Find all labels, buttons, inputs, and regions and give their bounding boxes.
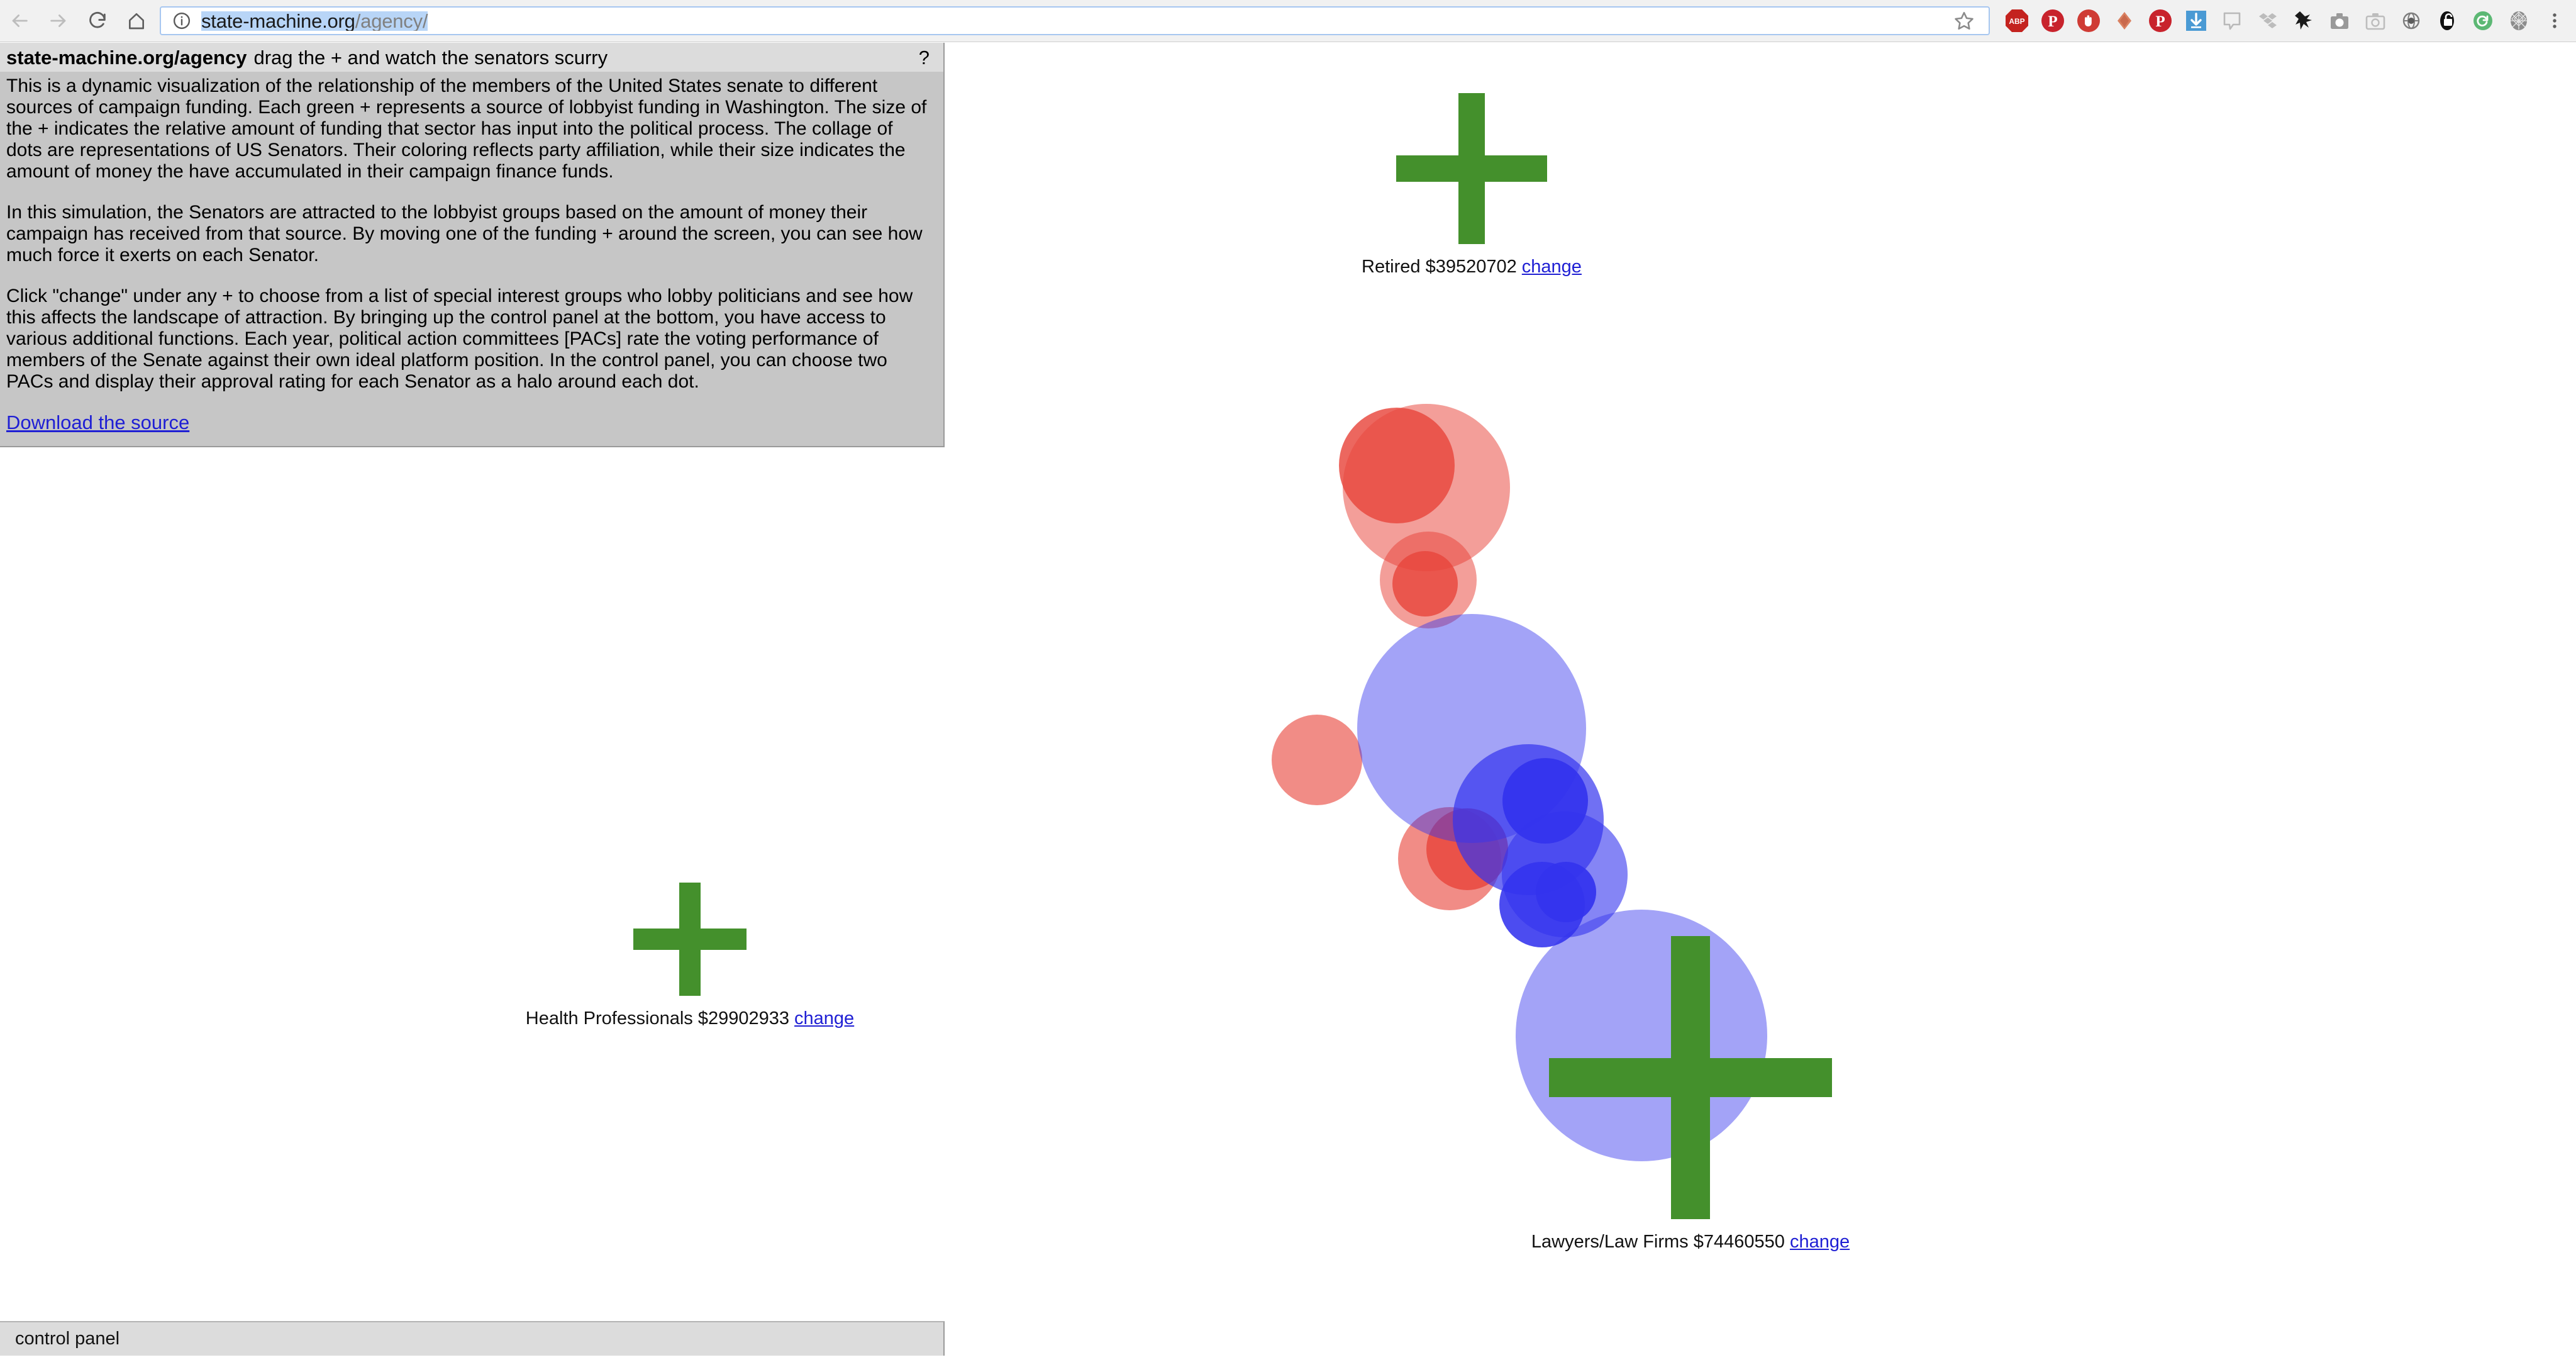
senator-dot[interactable] — [1536, 862, 1596, 922]
home-button[interactable] — [117, 1, 156, 40]
senator-dot[interactable] — [1339, 408, 1455, 523]
funding-plus-marker[interactable] — [1549, 936, 1832, 1219]
camera-icon[interactable] — [2321, 0, 2357, 42]
info-paragraph-2: In this simulation, the Senators are att… — [6, 202, 923, 265]
svg-text:P: P — [2155, 13, 2165, 30]
plus-vertical-bar — [679, 883, 701, 996]
url-text[interactable]: state-machine.org/agency/ — [201, 11, 1947, 31]
adblock-plus-icon[interactable]: ABP — [1999, 0, 2035, 42]
funding-plus-marker[interactable] — [1396, 93, 1547, 244]
funding-source-label: Health Professionals $29902933 change — [313, 1010, 1067, 1028]
download-arrow-icon[interactable] — [2178, 0, 2214, 42]
senator-dot[interactable] — [1272, 715, 1362, 805]
speech-bubble-icon[interactable] — [2214, 0, 2250, 42]
home-icon — [126, 11, 147, 31]
change-funding-source-link[interactable]: change — [1790, 1232, 1850, 1252]
info-circle-icon[interactable] — [172, 11, 191, 30]
download-source-link[interactable]: Download the source — [6, 413, 189, 432]
diamond-icon[interactable] — [2106, 0, 2142, 42]
cursor-pointer-icon[interactable] — [2285, 0, 2321, 42]
url-path: /agency/ — [355, 11, 428, 31]
change-funding-source-link[interactable]: change — [794, 1008, 854, 1029]
back-button[interactable] — [0, 1, 39, 40]
browser-toolbar: state-machine.org/agency/ ABP P P — [0, 0, 2576, 42]
screenshot-camera-icon[interactable] — [2357, 0, 2393, 42]
info-panel-body: This is a dynamic visualization of the r… — [0, 72, 943, 446]
address-bar[interactable]: state-machine.org/agency/ — [160, 6, 1990, 35]
spiderweb-icon[interactable] — [2501, 0, 2536, 42]
senator-dot[interactable] — [1392, 551, 1458, 616]
chrome-menu-icon[interactable] — [2536, 0, 2572, 42]
svg-text:ABP: ABP — [2009, 17, 2024, 26]
lock-open-icon[interactable] — [2429, 0, 2465, 42]
funding-plus-marker[interactable] — [633, 883, 747, 996]
reload-button[interactable] — [78, 1, 117, 40]
funding-source-name-amount: Retired $39520702 — [1362, 257, 1522, 277]
help-icon[interactable]: ? — [919, 48, 930, 67]
info-panel: state-machine.org/agency drag the + and … — [0, 43, 945, 447]
star-outline-icon[interactable] — [1953, 10, 1975, 31]
ghostery-hand-icon[interactable] — [2070, 0, 2106, 42]
funding-source-label: Lawyers/Law Firms $74460550 change — [1313, 1233, 2068, 1251]
arrow-right-icon — [48, 10, 69, 31]
dropbox-icon[interactable] — [2250, 0, 2285, 42]
change-funding-source-link[interactable]: change — [1522, 257, 1582, 277]
funding-source-label: Retired $39520702 change — [1094, 258, 1849, 276]
funding-source-name-amount: Health Professionals $29902933 — [525, 1008, 795, 1029]
control-panel[interactable]: control panel — [0, 1321, 945, 1356]
info-paragraph-3: Click "change" under any + to choose fro… — [6, 286, 913, 392]
pinterest-icon[interactable]: P — [2035, 0, 2070, 42]
page-subtitle: drag the + and watch the senators scurry — [253, 46, 608, 69]
funding-source-name-amount: Lawyers/Law Firms $74460550 — [1531, 1232, 1790, 1252]
info-paragraph-1: This is a dynamic visualization of the r… — [6, 75, 927, 182]
plus-vertical-bar — [1458, 93, 1485, 244]
extensions-bar: ABP P P — [1999, 0, 2576, 42]
globe-bug-icon[interactable] — [2393, 0, 2429, 42]
forward-button[interactable] — [39, 1, 78, 40]
plus-vertical-bar — [1671, 936, 1710, 1219]
control-panel-label: control panel — [15, 1329, 120, 1349]
svg-text:P: P — [2048, 13, 2057, 30]
url-host: state-machine.org — [201, 11, 355, 31]
pinterest-save-icon[interactable]: P — [2142, 0, 2178, 42]
arrow-left-icon — [9, 10, 30, 31]
info-panel-header: state-machine.org/agency drag the + and … — [0, 43, 943, 72]
refresh-circle-icon[interactable] — [2465, 0, 2501, 42]
reload-icon — [87, 10, 108, 31]
page-title: state-machine.org/agency — [6, 46, 247, 69]
